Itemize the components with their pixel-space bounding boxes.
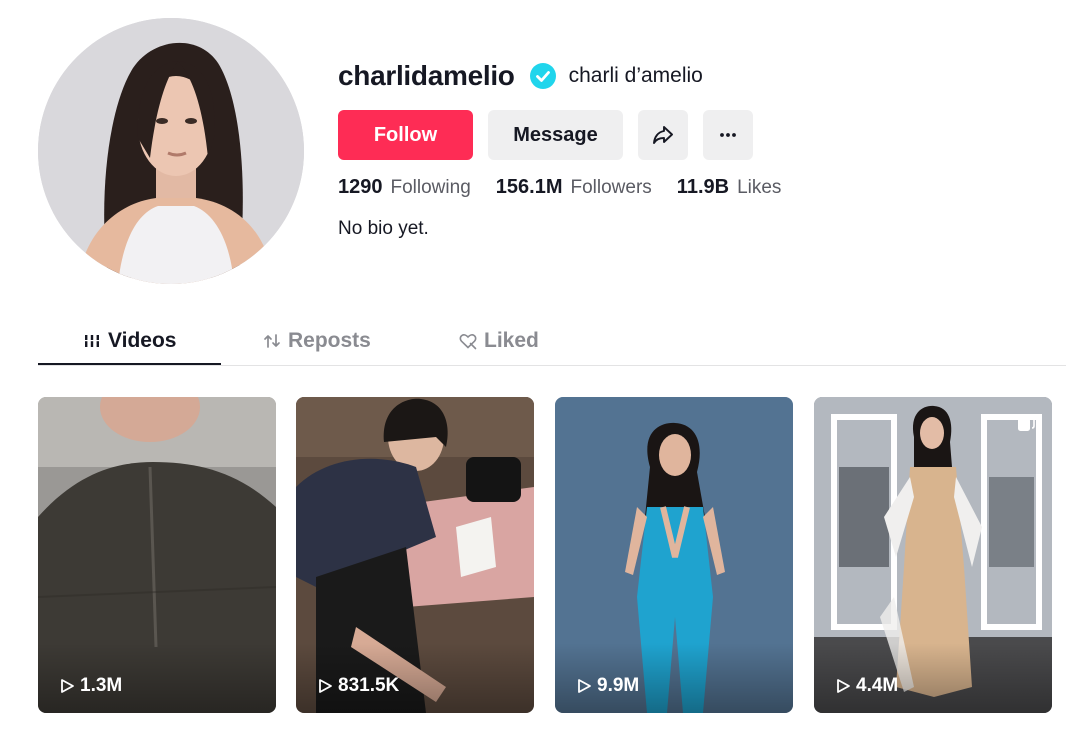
video-card[interactable]: 9.9M [555, 397, 793, 713]
profile-avatar[interactable] [38, 18, 304, 284]
video-card[interactable]: 1.3M [38, 397, 276, 713]
repost-icon [264, 334, 280, 348]
username: charlidamelio [338, 60, 515, 91]
play-icon [837, 679, 850, 693]
message-button[interactable]: Message [488, 110, 623, 160]
name-row: charlidamelio charli d’amelio [338, 56, 806, 96]
stat-likes: 11.9B Likes [677, 176, 782, 199]
play-icon [61, 679, 74, 693]
stat-value: 156.1M [495, 176, 563, 198]
tab-label: Reposts [288, 329, 371, 352]
view-count: 1.3M [58, 675, 122, 697]
tab-label: Videos [108, 329, 177, 352]
multi-photo-icon [1018, 414, 1035, 431]
tab-reposts[interactable]: Reposts [262, 318, 371, 364]
share-icon [653, 126, 673, 144]
profile-stats: 1290 Following 156.1M Followers 11.9B Li… [338, 176, 806, 199]
view-count-label: 831.5K [338, 675, 400, 696]
tab-videos[interactable]: Videos [82, 318, 176, 364]
stat-value: 11.9B [676, 176, 730, 198]
more-options-button[interactable] [703, 110, 753, 160]
profile-actions: Follow Message [338, 110, 806, 160]
video-grid: 1.3M 831.5K 9.9M 4.4M [38, 397, 1052, 713]
stat-label: Likes [737, 177, 782, 198]
tab-liked[interactable]: Liked [458, 318, 539, 364]
avatar-image [38, 18, 304, 284]
verified-badge-icon [529, 63, 556, 89]
stat-followers[interactable]: 156.1M Followers [496, 176, 652, 199]
play-icon [578, 679, 591, 693]
video-card[interactable]: 831.5K [296, 397, 534, 713]
stat-label: Following [390, 177, 471, 198]
video-card[interactable]: 4.4M [814, 397, 1052, 713]
profile-tabs: Videos Reposts Liked [38, 318, 1066, 366]
grid-lines-icon [85, 335, 99, 347]
stat-label: Followers [570, 177, 652, 198]
view-count-label: 1.3M [80, 675, 123, 696]
view-count: 831.5K [316, 675, 399, 697]
display-name: charli d’amelio [568, 64, 703, 87]
stat-value: 1290 [338, 176, 383, 198]
follow-button[interactable]: Follow [338, 110, 473, 160]
tab-label: Liked [484, 329, 539, 352]
stat-following[interactable]: 1290 Following [338, 176, 471, 199]
heart-slash-icon [459, 334, 477, 350]
view-count: 4.4M [834, 675, 898, 697]
view-count-label: 9.9M [597, 675, 640, 696]
view-count: 9.9M [575, 675, 639, 697]
profile-info: charlidamelio charli d’amelio Follow Mes… [338, 56, 806, 240]
more-icon [720, 133, 736, 137]
share-button[interactable] [638, 110, 688, 160]
active-tab-underline [38, 363, 221, 365]
play-icon [319, 679, 332, 693]
profile-bio: No bio yet. [338, 218, 429, 239]
view-count-label: 4.4M [856, 675, 899, 696]
